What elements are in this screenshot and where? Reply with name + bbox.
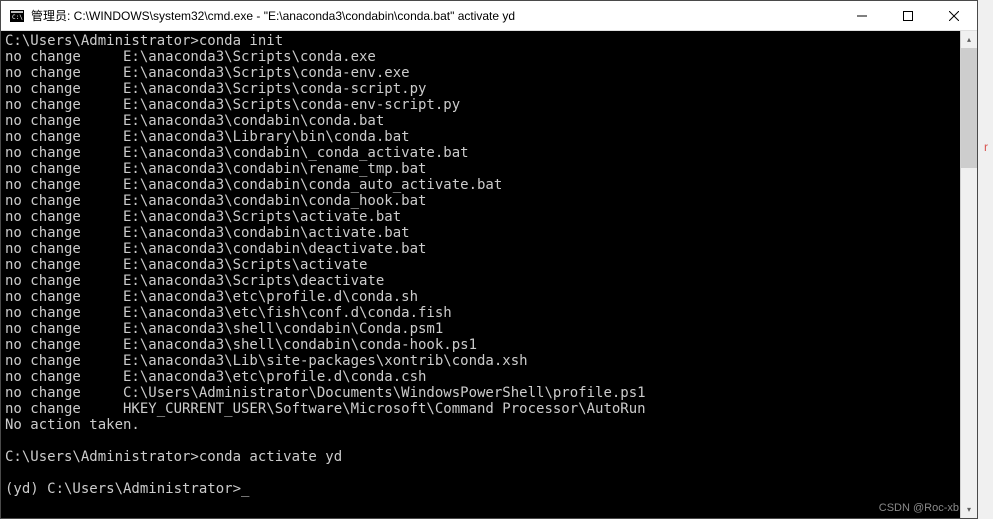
maximize-button[interactable]	[885, 1, 931, 30]
close-button[interactable]	[931, 1, 977, 30]
vertical-scrollbar[interactable]: ▴ ▾	[960, 31, 977, 518]
cmd-window: C:\ 管理员: C:\WINDOWS\system32\cmd.exe - "…	[0, 0, 978, 519]
titlebar[interactable]: C:\ 管理员: C:\WINDOWS\system32\cmd.exe - "…	[1, 1, 977, 31]
svg-text:C:\: C:\	[12, 14, 23, 21]
minimize-button[interactable]	[839, 1, 885, 30]
scroll-down-arrow[interactable]: ▾	[961, 501, 977, 518]
cmd-icon: C:\	[9, 8, 25, 24]
terminal-area: C:\Users\Administrator>conda init no cha…	[1, 31, 977, 518]
window-controls	[839, 1, 977, 30]
scroll-thumb[interactable]	[961, 48, 977, 168]
scroll-up-arrow[interactable]: ▴	[961, 31, 977, 48]
window-title: 管理员: C:\WINDOWS\system32\cmd.exe - "E:\a…	[31, 7, 839, 24]
background-fragment: r	[979, 140, 993, 170]
terminal-output[interactable]: C:\Users\Administrator>conda init no cha…	[1, 31, 960, 518]
